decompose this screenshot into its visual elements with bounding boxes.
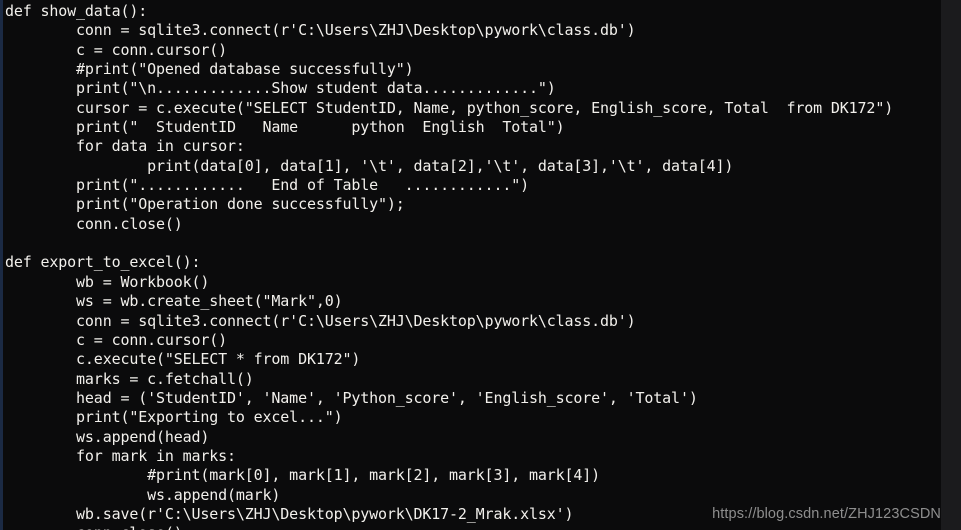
- code-line: def show_data():: [5, 2, 148, 20]
- code-line: def export_to_excel():: [5, 253, 201, 272]
- code-line: c.execute("SELECT * from DK172"): [5, 350, 361, 369]
- code-line: #print("Opened database successfully"): [5, 60, 414, 79]
- code-line: ws.append(mark): [5, 485, 281, 504]
- code-line: conn = sqlite3.connect(r'C:\Users\ZHJ\De…: [5, 311, 636, 330]
- code-line: ws.append(head): [5, 427, 210, 446]
- code-line: #print(mark[0], mark[1], mark[2], mark[3…: [5, 466, 601, 485]
- code-line: ws = wb.create_sheet("Mark",0): [5, 292, 343, 311]
- code-line: print("............ End of Table .......…: [5, 176, 529, 195]
- code-line: c = conn.cursor(): [5, 330, 228, 349]
- watermark-url: https://blog.csdn.net/ZHJ123CSDN: [712, 506, 941, 522]
- editor-right-gutter: [941, 0, 961, 530]
- editor-left-rail: [0, 0, 3, 530]
- code-line: print("Operation done successfully");: [5, 195, 405, 214]
- code-line: c = conn.cursor(): [5, 40, 228, 59]
- code-line: marks = c.fetchall(): [5, 369, 254, 388]
- code-line: print(data[0], data[1], '\t', data[2],'\…: [5, 156, 734, 175]
- code-line: for data in cursor:: [5, 137, 245, 156]
- code-line: conn.close(): [5, 214, 183, 233]
- code-line: head = ('StudentID', 'Name', 'Python_sco…: [5, 388, 698, 407]
- code-line: conn = sqlite3.connect(r'C:\Users\ZHJ\De…: [5, 21, 636, 40]
- code-line: wb = Workbook(): [5, 272, 210, 291]
- python-code-block[interactable]: def show_data(): conn = sqlite3.connect(…: [3, 2, 941, 530]
- code-line: print(" StudentID Name python English To…: [5, 118, 565, 137]
- code-editor-surface[interactable]: def show_data(): conn = sqlite3.connect(…: [3, 0, 941, 530]
- code-screenshot: def show_data(): conn = sqlite3.connect(…: [0, 0, 961, 530]
- code-line: for mark in marks:: [5, 446, 236, 465]
- code-line: conn.close(): [3, 524, 941, 530]
- code-line: print("\n.............Show student data.…: [5, 79, 556, 98]
- code-line: cursor = c.execute("SELECT StudentID, Na…: [5, 98, 894, 117]
- code-line: print("Exporting to excel..."): [5, 408, 343, 427]
